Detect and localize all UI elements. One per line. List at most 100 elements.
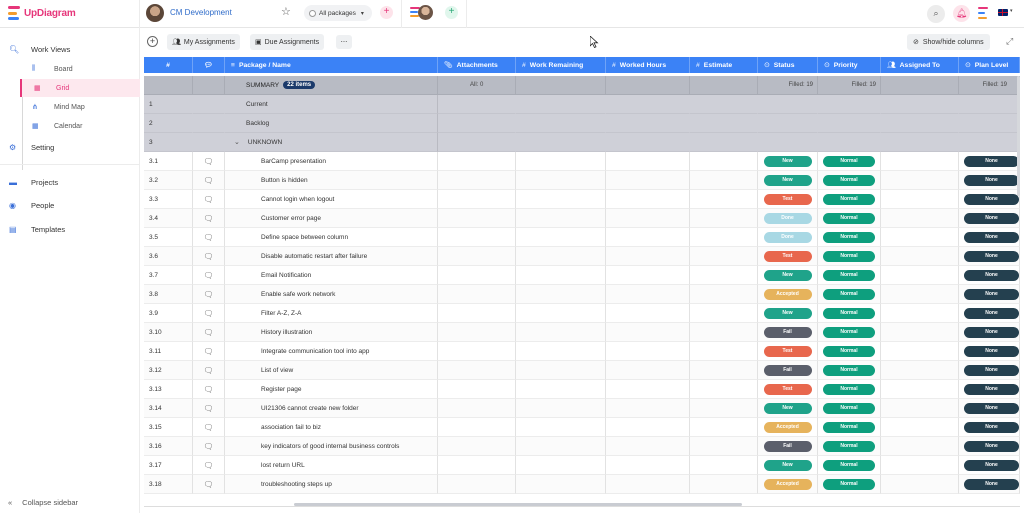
priority-badge[interactable]: Normal (823, 478, 875, 490)
comment-icon[interactable]: 🗨︎ (203, 347, 213, 356)
table-row[interactable]: 3.14 🗨︎ UI21306 cannot create new folder Ne… (144, 399, 1020, 418)
plan-level-cell[interactable] (959, 114, 1020, 133)
status-cell[interactable]: New (758, 399, 818, 418)
comment-cell[interactable]: 🗨︎ (193, 342, 225, 361)
status-cell[interactable] (758, 133, 818, 152)
sidebar-item-board[interactable]: ⫼ Board (20, 60, 140, 78)
estimate-cell[interactable] (690, 228, 758, 247)
assigned-to-cell[interactable] (881, 228, 959, 247)
comment-cell[interactable]: 🗨︎ (193, 266, 225, 285)
attachments-cell[interactable] (438, 418, 516, 437)
num-cell[interactable]: 3.17 (144, 456, 193, 475)
priority-cell[interactable]: Normal (818, 361, 881, 380)
comment-cell[interactable]: 🗨︎ (193, 304, 225, 323)
work-remaining-cell[interactable] (516, 418, 606, 437)
plan-level-badge[interactable]: None (964, 307, 1019, 319)
comment-cell[interactable]: 🗨︎ (193, 152, 225, 171)
num-cell[interactable]: 2 (144, 114, 193, 133)
attachments-cell[interactable] (438, 209, 516, 228)
assigned-to-cell[interactable] (881, 437, 959, 456)
priority-badge[interactable]: Normal (823, 250, 875, 262)
comment-icon[interactable]: 🗨︎ (203, 252, 213, 261)
name-cell[interactable]: Customer error page (225, 209, 438, 228)
fullscreen-icon[interactable]: ⤢ (1006, 36, 1013, 47)
num-cell[interactable]: 3.5 (144, 228, 193, 247)
plan-level-cell[interactable]: None (959, 323, 1020, 342)
comment-icon[interactable]: 🗨︎ (203, 423, 213, 432)
group-row[interactable]: 3 ⌄ UNKNOWN (144, 133, 1020, 152)
plan-level-badge[interactable]: None (964, 269, 1019, 281)
num-cell[interactable]: 3.15 (144, 418, 193, 437)
sidebar-item-grid[interactable]: ▦ Grid (20, 79, 140, 97)
estimate-cell[interactable] (690, 133, 758, 152)
comment-cell[interactable]: 🗨︎ (193, 323, 225, 342)
priority-cell[interactable]: Normal (818, 152, 881, 171)
plan-level-badge[interactable]: None (964, 364, 1019, 376)
comment-cell[interactable]: 🗨︎ (193, 437, 225, 456)
plan-level-cell[interactable]: None (959, 456, 1020, 475)
comment-cell[interactable] (193, 114, 225, 133)
plan-level-cell[interactable]: None (959, 475, 1020, 494)
package-select[interactable]: All packages ▾ (304, 5, 372, 21)
add-item-button[interactable]: + (147, 36, 158, 47)
column-header-worked-hours[interactable]: # Worked Hours (606, 57, 690, 73)
estimate-cell[interactable] (690, 437, 758, 456)
assigned-to-cell[interactable] (881, 399, 959, 418)
attachments-cell[interactable] (438, 171, 516, 190)
estimate-cell[interactable] (690, 304, 758, 323)
attachments-cell[interactable] (438, 380, 516, 399)
priority-badge[interactable]: Normal (823, 459, 875, 471)
status-badge[interactable]: New (763, 174, 812, 186)
sidebar-item-calendar[interactable]: ▦ Calendar (20, 117, 140, 135)
work-remaining-cell[interactable] (516, 361, 606, 380)
priority-cell[interactable]: Normal (818, 399, 881, 418)
project-name[interactable]: CM Development (170, 8, 232, 17)
status-cell[interactable]: Accepted (758, 285, 818, 304)
worked-hours-cell[interactable] (606, 247, 690, 266)
estimate-cell[interactable] (690, 266, 758, 285)
comment-cell[interactable]: 🗨︎ (193, 456, 225, 475)
worked-hours-cell[interactable] (606, 399, 690, 418)
status-cell[interactable] (758, 95, 818, 114)
estimate-cell[interactable] (690, 171, 758, 190)
work-remaining-cell[interactable] (516, 247, 606, 266)
name-cell[interactable]: key indicators of good internal business… (225, 437, 438, 456)
table-row[interactable]: 3.13 🗨︎ Register page Test Normal None (144, 380, 1020, 399)
priority-cell[interactable]: Normal (818, 247, 881, 266)
column-header-name[interactable]: ≡ Package / Name (225, 57, 438, 73)
assigned-to-cell[interactable] (881, 266, 959, 285)
priority-badge[interactable]: Normal (823, 307, 875, 319)
plan-level-badge[interactable]: None (964, 212, 1019, 224)
attachments-cell[interactable] (438, 361, 516, 380)
estimate-cell[interactable] (690, 95, 758, 114)
status-cell[interactable]: Accepted (758, 475, 818, 494)
comment-icon[interactable]: 🗨︎ (203, 366, 213, 375)
plan-level-badge[interactable]: None (964, 193, 1019, 205)
work-remaining-cell[interactable] (516, 209, 606, 228)
plan-level-cell[interactable]: None (959, 437, 1020, 456)
plan-level-badge[interactable]: None (964, 421, 1019, 433)
priority-cell[interactable]: Normal (818, 380, 881, 399)
num-cell[interactable]: 3.1 (144, 152, 193, 171)
work-remaining-cell[interactable] (516, 399, 606, 418)
worked-hours-cell[interactable] (606, 323, 690, 342)
work-remaining-cell[interactable] (516, 95, 606, 114)
sidebar-item-work-views[interactable]: 🔍︎ Work Views (0, 40, 140, 58)
estimate-cell[interactable] (690, 418, 758, 437)
status-badge[interactable]: New (763, 155, 812, 167)
table-row[interactable]: 3.16 🗨︎ key indicators of good internal bu… (144, 437, 1020, 456)
comment-cell[interactable]: 🗨︎ (193, 380, 225, 399)
num-cell[interactable]: 3.12 (144, 361, 193, 380)
work-remaining-cell[interactable] (516, 304, 606, 323)
worked-hours-cell[interactable] (606, 304, 690, 323)
assigned-to-cell[interactable] (881, 209, 959, 228)
status-cell[interactable]: New (758, 304, 818, 323)
comment-cell[interactable]: 🗨︎ (193, 247, 225, 266)
priority-cell[interactable]: Normal (818, 266, 881, 285)
comment-cell[interactable]: 🗨︎ (193, 361, 225, 380)
comment-icon[interactable]: 🗨︎ (203, 480, 213, 489)
assigned-to-cell[interactable] (881, 380, 959, 399)
column-header-work-remaining[interactable]: # Work Remaining (516, 57, 606, 73)
estimate-cell[interactable] (690, 456, 758, 475)
plan-level-cell[interactable]: None (959, 418, 1020, 437)
